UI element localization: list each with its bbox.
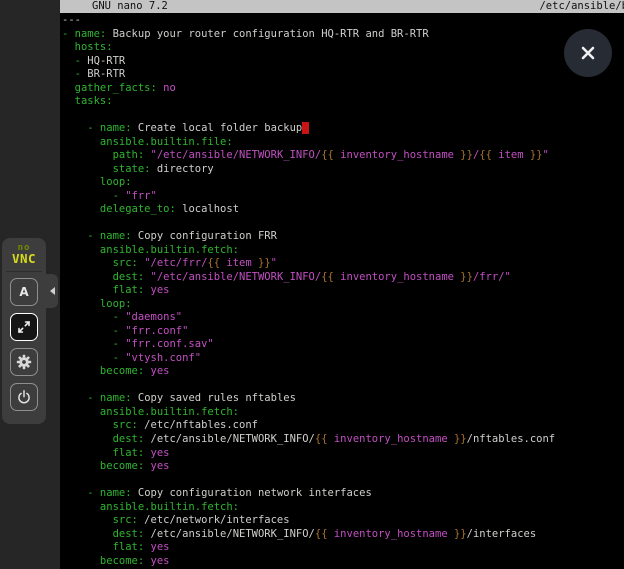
settings-button[interactable] (10, 348, 38, 376)
code-line: ansible.builtin.file: (62, 136, 624, 150)
code-line: flat: yes (62, 541, 624, 555)
fullscreen-icon (17, 320, 31, 334)
code-line: flat: yes (62, 284, 624, 298)
code-line (62, 217, 624, 231)
code-line: flat: yes (62, 447, 624, 461)
code-line: - name: Copy saved rules nftables (62, 392, 624, 406)
sidebar-collapse-handle[interactable] (46, 274, 58, 308)
code-line (62, 474, 624, 488)
code-line: src: "/etc/frr/{{ item }}" (62, 257, 624, 271)
code-line: - BR-RTR (62, 68, 624, 82)
code-line (62, 379, 624, 393)
code-line (62, 109, 624, 123)
chevron-left-icon (50, 287, 55, 295)
keyboard-button[interactable]: A (10, 278, 38, 306)
nano-filepath-label: /etc/ansible/b (539, 0, 624, 13)
code-line: - "frr.conf.sav" (62, 338, 624, 352)
code-line: loop: (62, 298, 624, 312)
code-line: ansible.builtin.fetch: (62, 501, 624, 515)
code-line: src: /etc/network/interfaces (62, 514, 624, 528)
code-line: - "frr.conf" (62, 325, 624, 339)
code-line: tasks: (62, 95, 624, 109)
power-icon (16, 389, 32, 405)
code-line: - HQ-RTR (62, 55, 624, 69)
code-line: ansible.builtin.fetch: (62, 406, 624, 420)
nano-titlebar: GNU nano 7.2 /etc/ansible/b (60, 0, 624, 13)
code-line: gather_facts: no (62, 82, 624, 96)
keyboard-a-icon: A (19, 286, 28, 298)
power-button[interactable] (10, 383, 38, 411)
code-line: loop: (62, 176, 624, 190)
nano-version-label: GNU nano 7.2 (60, 0, 168, 13)
fullscreen-button[interactable] (10, 313, 38, 341)
code-line: - name: Backup your router configuration… (62, 28, 624, 42)
sidebar-divider (6, 271, 42, 272)
code-line: dest: /etc/ansible/NETWORK_INFO/{{ inven… (62, 528, 624, 542)
code-line: - "frr" (62, 190, 624, 204)
code-line: state: directory (62, 163, 624, 177)
novnc-logo: no VNC (2, 238, 46, 266)
text-cursor (302, 122, 308, 134)
code-line: - name: Copy configuration network inter… (62, 487, 624, 501)
code-line: hosts: (62, 41, 624, 55)
terminal-screen[interactable]: GNU nano 7.2 /etc/ansible/b ---- name: B… (60, 0, 624, 569)
novnc-logo-vnc: VNC (2, 253, 46, 266)
code-line: ansible.builtin.fetch: (62, 244, 624, 258)
vnc-control-bar: no VNC A (2, 238, 46, 424)
code-line: become: yes (62, 555, 624, 569)
code-line: src: /etc/nftables.conf (62, 419, 624, 433)
close-button[interactable] (564, 29, 612, 77)
code-line: - "vtysh.conf" (62, 352, 624, 366)
editor-content[interactable]: ---- name: Backup your router configurat… (62, 14, 624, 569)
code-line: --- (62, 14, 624, 28)
code-line: - name: Create local folder backup (62, 122, 624, 136)
gear-icon (16, 354, 32, 370)
code-line: - name: Copy configuration FRR (62, 230, 624, 244)
code-line: become: yes (62, 460, 624, 474)
close-icon (579, 44, 597, 62)
code-line: path: "/etc/ansible/NETWORK_INFO/{{ inve… (62, 149, 624, 163)
code-line: dest: /etc/ansible/NETWORK_INFO/{{ inven… (62, 433, 624, 447)
code-line: dest: "/etc/ansible/NETWORK_INFO/{{ inve… (62, 271, 624, 285)
code-line: become: yes (62, 365, 624, 379)
code-line: delegate_to: localhost (62, 203, 624, 217)
code-line: - "daemons" (62, 311, 624, 325)
